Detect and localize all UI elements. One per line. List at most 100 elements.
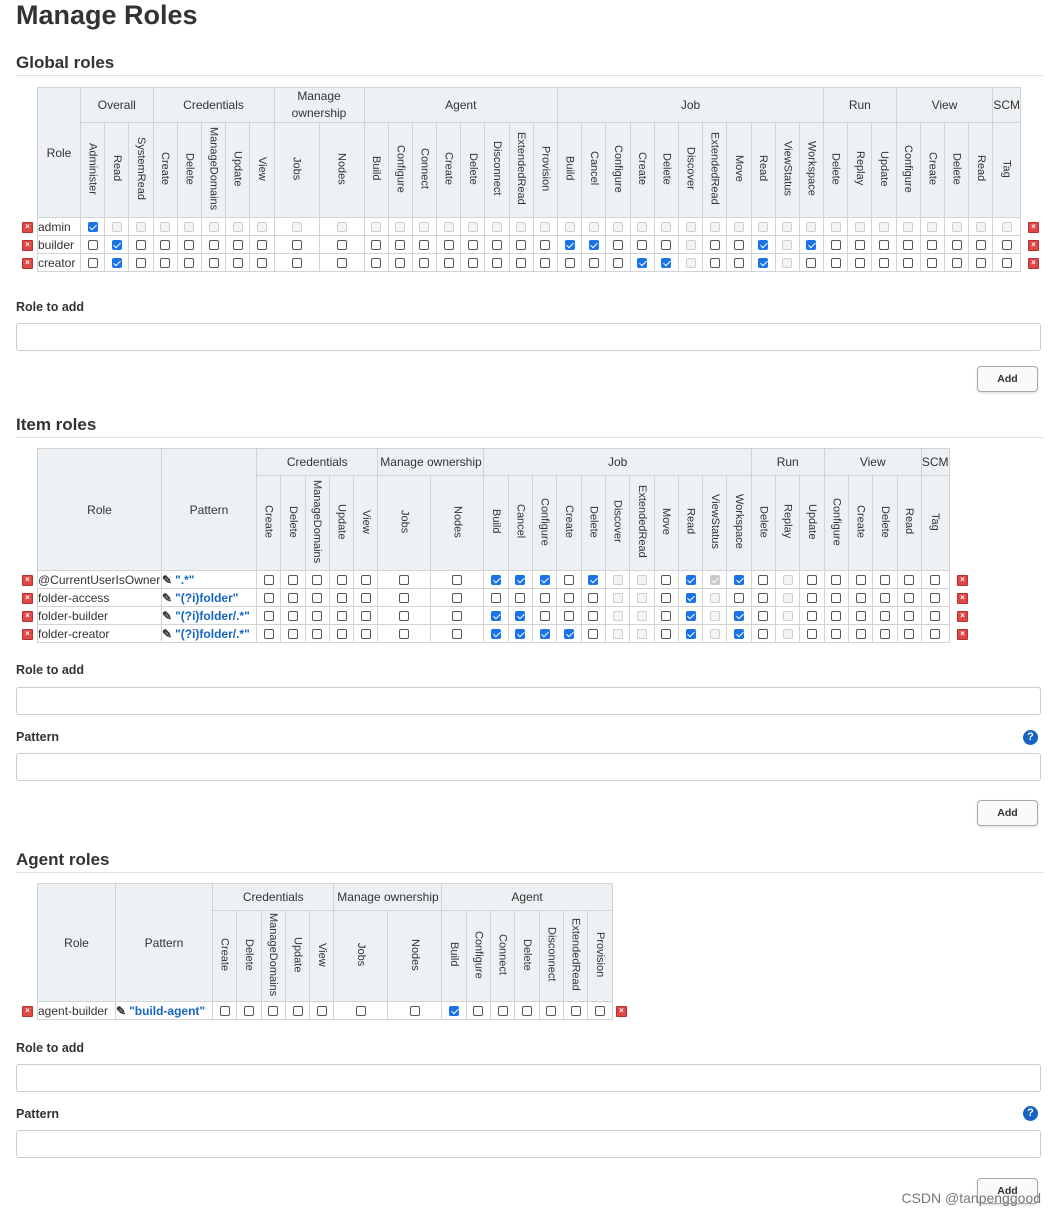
permission-checkbox[interactable] bbox=[491, 611, 502, 622]
permission-checkbox[interactable] bbox=[135, 258, 146, 269]
permission-checkbox[interactable] bbox=[758, 593, 769, 604]
permission-checkbox[interactable] bbox=[263, 593, 274, 604]
permission-checkbox[interactable] bbox=[831, 593, 842, 604]
permission-checkbox[interactable] bbox=[360, 575, 371, 586]
permission-checkbox[interactable] bbox=[184, 258, 195, 269]
permission-checkbox[interactable] bbox=[539, 575, 550, 586]
permission-checkbox[interactable] bbox=[733, 240, 744, 251]
permission-checkbox[interactable] bbox=[492, 240, 503, 251]
delete-role-icon[interactable]: × bbox=[22, 221, 33, 233]
permission-checkbox[interactable] bbox=[135, 240, 146, 251]
permission-checkbox[interactable] bbox=[903, 258, 914, 269]
permission-checkbox[interactable] bbox=[637, 258, 648, 269]
permission-checkbox[interactable] bbox=[360, 593, 371, 604]
permission-checkbox[interactable] bbox=[975, 258, 986, 269]
permission-checkbox[interactable] bbox=[291, 240, 302, 251]
permission-checkbox[interactable] bbox=[564, 240, 575, 251]
permission-checkbox[interactable] bbox=[497, 1006, 508, 1017]
permission-checkbox[interactable] bbox=[904, 575, 915, 586]
role-pattern[interactable]: ✎ "(?i)folder/.*" bbox=[161, 606, 257, 625]
delete-role-icon[interactable]: × bbox=[22, 592, 33, 604]
delete-role-icon[interactable]: × bbox=[1028, 257, 1039, 269]
delete-role-icon[interactable]: × bbox=[22, 610, 33, 622]
permission-checkbox[interactable] bbox=[256, 240, 267, 251]
permission-checkbox[interactable] bbox=[930, 593, 941, 604]
permission-checkbox[interactable] bbox=[1001, 240, 1012, 251]
permission-checkbox[interactable] bbox=[336, 593, 347, 604]
permission-checkbox[interactable] bbox=[564, 575, 575, 586]
permission-checkbox[interactable] bbox=[312, 575, 323, 586]
permission-checkbox[interactable] bbox=[336, 240, 347, 251]
permission-checkbox[interactable] bbox=[452, 575, 463, 586]
permission-checkbox[interactable] bbox=[184, 240, 195, 251]
edit-pattern-icon[interactable]: ✎ bbox=[163, 591, 173, 605]
permission-checkbox[interactable] bbox=[661, 575, 672, 586]
permission-checkbox[interactable] bbox=[612, 258, 623, 269]
permission-checkbox[interactable] bbox=[87, 240, 98, 251]
permission-checkbox[interactable] bbox=[685, 593, 696, 604]
permission-checkbox[interactable] bbox=[588, 575, 599, 586]
permission-checkbox[interactable] bbox=[208, 258, 219, 269]
permission-checkbox[interactable] bbox=[830, 240, 841, 251]
permission-checkbox[interactable] bbox=[734, 593, 745, 604]
permission-checkbox[interactable] bbox=[661, 593, 672, 604]
permission-checkbox[interactable] bbox=[449, 1006, 460, 1017]
permission-checkbox[interactable] bbox=[661, 240, 672, 251]
permission-checkbox[interactable] bbox=[709, 240, 720, 251]
permission-checkbox[interactable] bbox=[409, 1006, 420, 1017]
permission-checkbox[interactable] bbox=[564, 629, 575, 640]
permission-checkbox[interactable] bbox=[287, 611, 298, 622]
permission-checkbox[interactable] bbox=[758, 240, 769, 251]
permission-checkbox[interactable] bbox=[637, 240, 648, 251]
permission-checkbox[interactable] bbox=[336, 258, 347, 269]
permission-checkbox[interactable] bbox=[287, 575, 298, 586]
permission-checkbox[interactable] bbox=[661, 258, 672, 269]
permission-checkbox[interactable] bbox=[594, 1006, 605, 1017]
permission-checkbox[interactable] bbox=[452, 593, 463, 604]
permission-checkbox[interactable] bbox=[263, 611, 274, 622]
edit-pattern-icon[interactable]: ✎ bbox=[117, 1004, 127, 1018]
permission-checkbox[interactable] bbox=[263, 629, 274, 640]
permission-checkbox[interactable] bbox=[758, 629, 769, 640]
permission-checkbox[interactable] bbox=[588, 611, 599, 622]
permission-checkbox[interactable] bbox=[491, 629, 502, 640]
permission-checkbox[interactable] bbox=[336, 575, 347, 586]
permission-checkbox[interactable] bbox=[831, 611, 842, 622]
permission-checkbox[interactable] bbox=[854, 258, 865, 269]
permission-checkbox[interactable] bbox=[336, 611, 347, 622]
permission-checkbox[interactable] bbox=[588, 629, 599, 640]
permission-checkbox[interactable] bbox=[336, 629, 347, 640]
permission-checkbox[interactable] bbox=[291, 258, 302, 269]
permission-checkbox[interactable] bbox=[733, 258, 744, 269]
permission-checkbox[interactable] bbox=[160, 240, 171, 251]
delete-role-icon[interactable]: × bbox=[22, 239, 33, 251]
permission-checkbox[interactable] bbox=[951, 240, 962, 251]
role-pattern[interactable]: ✎ "build-agent" bbox=[115, 1001, 213, 1020]
permission-checkbox[interactable] bbox=[904, 593, 915, 604]
permission-checkbox[interactable] bbox=[492, 258, 503, 269]
delete-role-icon[interactable]: × bbox=[616, 1005, 627, 1017]
permission-checkbox[interactable] bbox=[452, 629, 463, 640]
permission-checkbox[interactable] bbox=[399, 575, 410, 586]
permission-checkbox[interactable] bbox=[516, 258, 527, 269]
permission-checkbox[interactable] bbox=[208, 240, 219, 251]
permission-checkbox[interactable] bbox=[360, 611, 371, 622]
item-add-button[interactable]: Add bbox=[977, 800, 1038, 826]
permission-checkbox[interactable] bbox=[830, 258, 841, 269]
permission-checkbox[interactable] bbox=[371, 240, 382, 251]
delete-role-icon[interactable]: × bbox=[1028, 221, 1039, 233]
permission-checkbox[interactable] bbox=[515, 575, 526, 586]
permission-checkbox[interactable] bbox=[588, 258, 599, 269]
permission-checkbox[interactable] bbox=[243, 1006, 254, 1017]
permission-checkbox[interactable] bbox=[491, 593, 502, 604]
permission-checkbox[interactable] bbox=[564, 611, 575, 622]
permission-checkbox[interactable] bbox=[930, 575, 941, 586]
permission-checkbox[interactable] bbox=[806, 258, 817, 269]
permission-checkbox[interactable] bbox=[399, 611, 410, 622]
permission-checkbox[interactable] bbox=[443, 258, 454, 269]
delete-role-icon[interactable]: × bbox=[957, 610, 968, 622]
item-pattern-input[interactable] bbox=[16, 753, 1041, 781]
permission-checkbox[interactable] bbox=[539, 611, 550, 622]
permission-checkbox[interactable] bbox=[160, 258, 171, 269]
delete-role-icon[interactable]: × bbox=[22, 574, 33, 586]
